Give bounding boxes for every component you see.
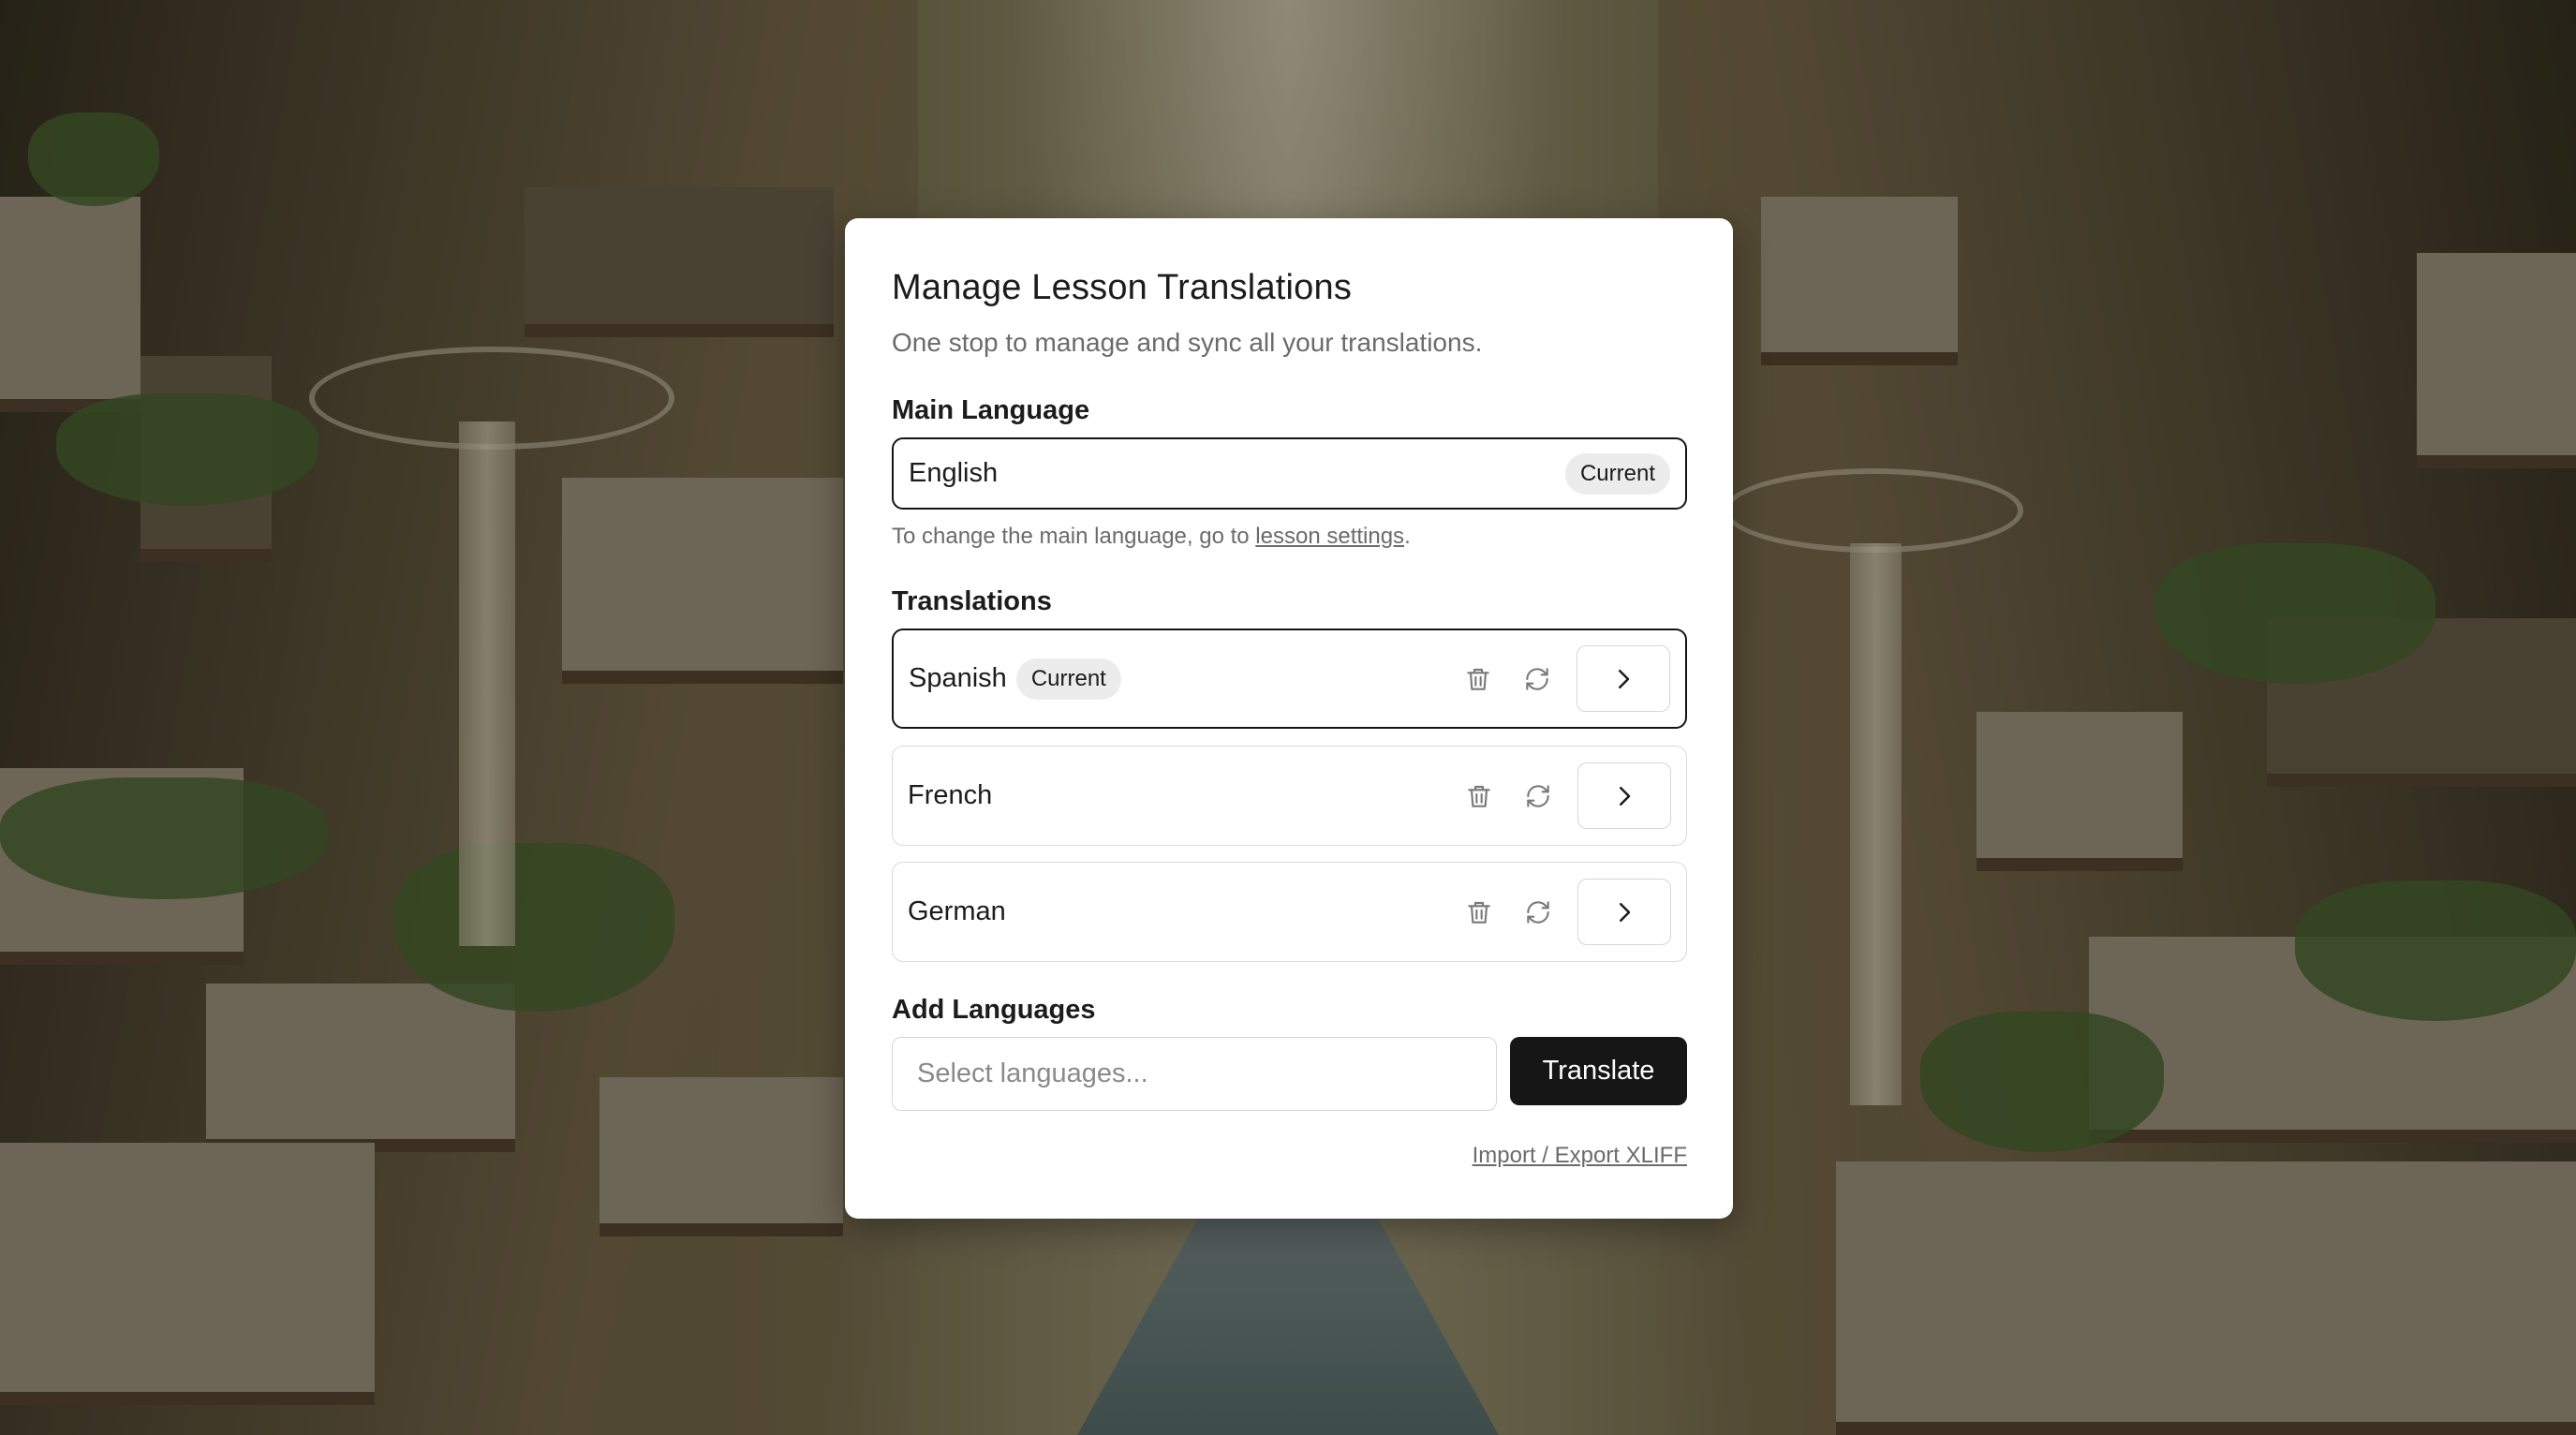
sync-icon[interactable]	[1516, 890, 1561, 935]
chevron-right-icon	[1620, 902, 1631, 922]
row-actions	[1442, 645, 1670, 712]
dialog-subtitle: One stop to manage and sync all your tra…	[892, 328, 1483, 357]
language-select-input[interactable]: Select languages...	[892, 1037, 1497, 1111]
open-translation-button[interactable]	[1577, 645, 1670, 712]
open-translation-button[interactable]	[1577, 762, 1671, 829]
main-language-hint: To change the main language, go to lesso…	[892, 524, 1411, 550]
translation-name: Spanish	[909, 663, 1007, 693]
translation-row-spanish[interactable]: Spanish Current	[892, 629, 1687, 729]
main-language-label: Main Language	[892, 395, 1090, 425]
chevron-right-icon	[1620, 786, 1631, 806]
sync-icon[interactable]	[1516, 774, 1561, 819]
sync-icon[interactable]	[1515, 657, 1560, 702]
current-badge: Current	[1015, 658, 1121, 700]
translate-button[interactable]: Translate	[1510, 1037, 1687, 1105]
add-languages-label: Add Languages	[892, 995, 1096, 1025]
lesson-settings-link[interactable]: lesson settings	[1255, 524, 1404, 549]
translation-row-german[interactable]: German	[892, 862, 1687, 962]
trash-icon[interactable]	[1457, 774, 1502, 819]
main-language-field[interactable]: English Current	[892, 437, 1687, 510]
trash-icon[interactable]	[1456, 657, 1501, 702]
main-language-value: English	[909, 458, 999, 488]
translation-name: German	[908, 896, 1006, 926]
row-actions	[1443, 879, 1671, 945]
trash-icon[interactable]	[1457, 890, 1502, 935]
translations-label: Translations	[892, 586, 1052, 616]
translation-name: French	[908, 780, 993, 810]
current-badge: Current	[1564, 452, 1670, 495]
hint-text: To change the main language, go to	[892, 524, 1256, 549]
row-actions	[1443, 762, 1671, 829]
translations-dialog: Manage Lesson Translations One stop to m…	[845, 218, 1733, 1219]
dialog-title: Manage Lesson Translations	[892, 268, 1353, 307]
import-export-xliff-link[interactable]: Import / Export XLIFF	[1473, 1143, 1687, 1169]
hint-suffix: .	[1404, 524, 1411, 549]
open-translation-button[interactable]	[1577, 879, 1671, 945]
translation-row-french[interactable]: French	[892, 746, 1687, 846]
chevron-right-icon	[1619, 669, 1630, 688]
